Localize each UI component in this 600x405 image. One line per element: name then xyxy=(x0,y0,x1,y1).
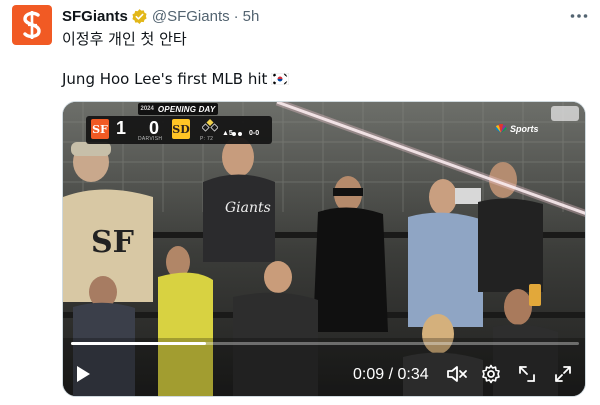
tweet-text-korean: 이정후 개인 첫 안타 xyxy=(62,30,187,48)
video-progress-fill xyxy=(71,342,206,345)
nbc-peacock-icon xyxy=(495,124,507,133)
svg-text:Giants: Giants xyxy=(225,200,271,216)
home-score: 0 xyxy=(149,118,160,138)
sf-giants-logo-icon xyxy=(23,11,41,39)
svg-text:SF: SF xyxy=(91,225,134,260)
outs-indicator xyxy=(232,132,244,137)
tweet-text-english-label: Jung Hoo Lee's first MLB hit xyxy=(62,70,268,88)
scorebug: 2024 OPENING DAY SF 1 DARVISH 0 SD P: 72… xyxy=(86,103,272,147)
fullscreen-button[interactable] xyxy=(551,362,575,386)
dock-button[interactable] xyxy=(515,362,539,386)
settings-button[interactable] xyxy=(479,362,503,386)
separator-dot: · xyxy=(233,7,239,25)
video-time-readout: 0:09 / 0:34 xyxy=(353,366,429,383)
handle[interactable]: @SFGiants xyxy=(152,8,230,25)
scorebug-main: SF 1 DARVISH 0 SD P: 72 ▲5 0-0 xyxy=(86,116,272,144)
bases-diamond-icon xyxy=(202,119,218,132)
tweet: SFGiants @SFGiants · 5h 이정후 개인 첫 안타 Jung… xyxy=(0,0,600,405)
tweet-text-english: Jung Hoo Lee's first MLB hit xyxy=(62,69,290,89)
avatar[interactable] xyxy=(12,5,52,45)
network-label: Sports xyxy=(510,124,539,134)
south-korea-flag-icon xyxy=(271,73,290,85)
play-icon xyxy=(77,366,90,382)
dock-video-icon xyxy=(519,366,535,382)
scorebug-year: 2024 xyxy=(140,106,154,112)
scorebug-event: OPENING DAY xyxy=(157,104,216,114)
fullscreen-icon xyxy=(555,366,571,382)
more-options-button[interactable] xyxy=(566,4,592,28)
display-name[interactable]: SFGiants xyxy=(62,8,128,25)
tweet-header: SFGiants @SFGiants · 5h xyxy=(62,6,259,26)
volume-muted-icon xyxy=(447,366,467,382)
ball-strike-count: 0-0 xyxy=(249,130,260,137)
away-team-logo: SF xyxy=(91,119,109,139)
mute-button[interactable] xyxy=(445,362,469,386)
pitch-count: P: 72 xyxy=(200,136,214,142)
home-team-logo: SD xyxy=(172,119,190,139)
video-controls: 0:09 / 0:34 xyxy=(63,358,585,390)
away-score: 1 xyxy=(116,118,127,138)
mlb-logo-icon xyxy=(551,106,579,121)
network-logo: Sports xyxy=(495,122,539,136)
verified-badge-icon xyxy=(132,8,147,24)
play-button[interactable] xyxy=(71,362,95,386)
video-progress-bar[interactable] xyxy=(71,342,579,345)
more-dots-icon xyxy=(570,14,588,18)
scorebug-banner: 2024 OPENING DAY xyxy=(138,103,218,115)
video-player[interactable]: SF Giants 2024 OPENING DAY SF 1 DARVISH … xyxy=(62,101,586,397)
timestamp[interactable]: 5h xyxy=(243,8,260,25)
gear-icon xyxy=(482,364,500,384)
